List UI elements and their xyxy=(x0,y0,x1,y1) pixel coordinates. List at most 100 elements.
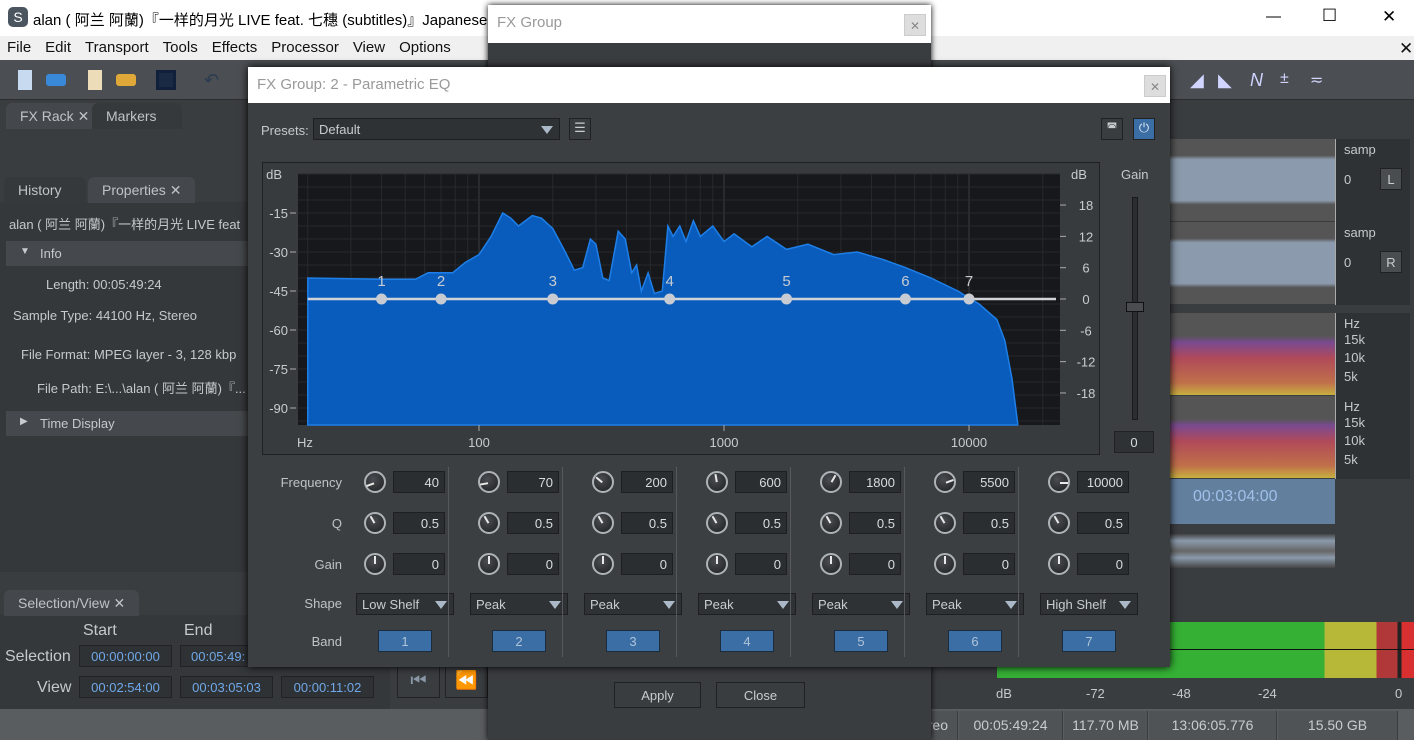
new-project-icon[interactable] xyxy=(88,70,102,90)
q-knob[interactable] xyxy=(706,512,728,534)
gain-knob[interactable] xyxy=(934,553,956,575)
gain-knob[interactable] xyxy=(364,553,386,575)
gain-field[interactable]: 0 xyxy=(393,553,445,575)
tab-fx-rack[interactable]: FX Rack ✕ xyxy=(6,103,104,129)
menu-processor[interactable]: Processor xyxy=(264,36,346,56)
frequency-knob[interactable] xyxy=(706,471,728,493)
q-field[interactable]: 0.5 xyxy=(507,512,559,534)
gain-field[interactable]: 0 xyxy=(621,553,673,575)
eq-band-handle[interactable] xyxy=(547,293,559,305)
rewind-button[interactable]: ⏪ xyxy=(445,664,488,698)
left-channel-button[interactable]: L xyxy=(1380,168,1402,190)
eq-graph[interactable]: 1 2 3 4 5 6 7dB dB-15-30-45-60-75-90181260-6-12… xyxy=(248,67,1170,467)
shape-dropdown[interactable]: Peak xyxy=(584,593,682,615)
shape-dropdown[interactable]: Low Shelf xyxy=(356,593,454,615)
menu-options[interactable]: Options xyxy=(392,36,458,56)
q-knob[interactable] xyxy=(592,512,614,534)
q-knob[interactable] xyxy=(820,512,842,534)
gain-field[interactable]: 0 xyxy=(963,553,1015,575)
open-file-icon[interactable] xyxy=(46,74,66,86)
frequency-knob[interactable] xyxy=(1048,471,1070,493)
gain-value-field[interactable]: 0 xyxy=(1114,431,1154,453)
view-length-field[interactable]: 00:00:11:02 xyxy=(281,676,374,698)
close-icon[interactable]: ✕ xyxy=(904,14,926,36)
frequency-knob[interactable] xyxy=(592,471,614,493)
frequency-field[interactable]: 200 xyxy=(621,471,673,493)
frequency-field[interactable]: 70 xyxy=(507,471,559,493)
menu-edit[interactable]: Edit xyxy=(38,36,78,56)
shape-dropdown[interactable]: Peak xyxy=(470,593,568,615)
undo-icon[interactable]: ↶ xyxy=(204,70,224,90)
shape-dropdown[interactable]: Peak xyxy=(812,593,910,615)
shape-dropdown[interactable]: Peak xyxy=(698,593,796,615)
frequency-knob[interactable] xyxy=(478,471,500,493)
save-icon[interactable] xyxy=(156,70,176,90)
open-project-icon[interactable] xyxy=(116,74,136,86)
shape-dropdown[interactable]: High Shelf xyxy=(1040,593,1138,615)
menu-view[interactable]: View xyxy=(346,36,392,56)
view-end-field[interactable]: 00:03:05:03 xyxy=(180,676,273,698)
maximize-button[interactable]: ☐ xyxy=(1322,6,1337,26)
go-to-start-button[interactable]: ⏮ xyxy=(397,664,440,698)
gain-knob[interactable] xyxy=(706,553,728,575)
overview-waveform[interactable] xyxy=(1170,534,1335,568)
gain-knob[interactable] xyxy=(1048,553,1070,575)
amplify-icon[interactable]: ≂ xyxy=(1310,70,1330,90)
q-knob[interactable] xyxy=(934,512,956,534)
q-knob[interactable] xyxy=(364,512,386,534)
menu-transport[interactable]: Transport xyxy=(78,36,156,56)
menu-effects[interactable]: Effects xyxy=(205,36,265,56)
q-field[interactable]: 0.5 xyxy=(1077,512,1129,534)
frequency-knob[interactable] xyxy=(820,471,842,493)
minimize-button[interactable]: — xyxy=(1266,8,1281,25)
menu-file[interactable]: File xyxy=(0,36,38,56)
q-field[interactable]: 0.5 xyxy=(963,512,1015,534)
gain-knob[interactable] xyxy=(478,553,500,575)
band-toggle-button[interactable]: 5 xyxy=(834,630,888,652)
menu-close-icon[interactable]: ✕ xyxy=(1392,36,1414,59)
info-section-header[interactable]: ▼ Info xyxy=(6,241,248,266)
fade-in-icon[interactable]: ◢ xyxy=(1190,70,1210,90)
time-display-section-header[interactable]: ▶ Time Display xyxy=(6,411,248,436)
gain-field[interactable]: 0 xyxy=(1077,553,1129,575)
q-knob[interactable] xyxy=(478,512,500,534)
eq-band-handle[interactable] xyxy=(899,293,911,305)
eq-band-handle[interactable] xyxy=(781,293,793,305)
gain-field[interactable]: 0 xyxy=(849,553,901,575)
eq-band-handle[interactable] xyxy=(435,293,447,305)
close-button[interactable]: Close xyxy=(716,682,805,708)
frequency-field[interactable]: 1800 xyxy=(849,471,901,493)
gain-slider-handle[interactable] xyxy=(1126,302,1144,312)
gain-field[interactable]: 0 xyxy=(507,553,559,575)
normalize-icon[interactable]: ± xyxy=(1280,70,1300,90)
q-field[interactable]: 0.5 xyxy=(849,512,901,534)
eq-band-handle[interactable] xyxy=(963,293,975,305)
q-knob[interactable] xyxy=(1048,512,1070,534)
frequency-knob[interactable] xyxy=(934,471,956,493)
tab-selection-view[interactable]: Selection/View ✕ xyxy=(4,590,140,616)
frequency-field[interactable]: 40 xyxy=(393,471,445,493)
close-button[interactable]: ✕ xyxy=(1382,7,1396,27)
band-toggle-button[interactable]: 7 xyxy=(1062,630,1116,652)
frequency-field[interactable]: 5500 xyxy=(963,471,1015,493)
band-toggle-button[interactable]: 6 xyxy=(948,630,1002,652)
apply-button[interactable]: Apply xyxy=(614,682,701,708)
selection-start-field[interactable]: 00:00:00:00 xyxy=(79,645,172,667)
gain-knob[interactable] xyxy=(592,553,614,575)
tab-markers[interactable]: Markers xyxy=(92,103,182,129)
band-toggle-button[interactable]: 1 xyxy=(378,630,432,652)
menu-tools[interactable]: Tools xyxy=(156,36,205,56)
gain-field[interactable]: 0 xyxy=(735,553,787,575)
frequency-knob[interactable] xyxy=(364,471,386,493)
gain-knob[interactable] xyxy=(820,553,842,575)
q-field[interactable]: 0.5 xyxy=(393,512,445,534)
right-channel-button[interactable]: R xyxy=(1380,251,1402,273)
new-file-icon[interactable] xyxy=(18,70,32,90)
band-toggle-button[interactable]: 3 xyxy=(606,630,660,652)
close-icon[interactable]: ✕ xyxy=(113,595,125,611)
tab-history[interactable]: History xyxy=(4,177,86,203)
frequency-field[interactable]: 10000 xyxy=(1077,471,1129,493)
q-field[interactable]: 0.5 xyxy=(621,512,673,534)
close-icon[interactable]: ✕ xyxy=(170,182,182,198)
eq-band-handle[interactable] xyxy=(664,293,676,305)
